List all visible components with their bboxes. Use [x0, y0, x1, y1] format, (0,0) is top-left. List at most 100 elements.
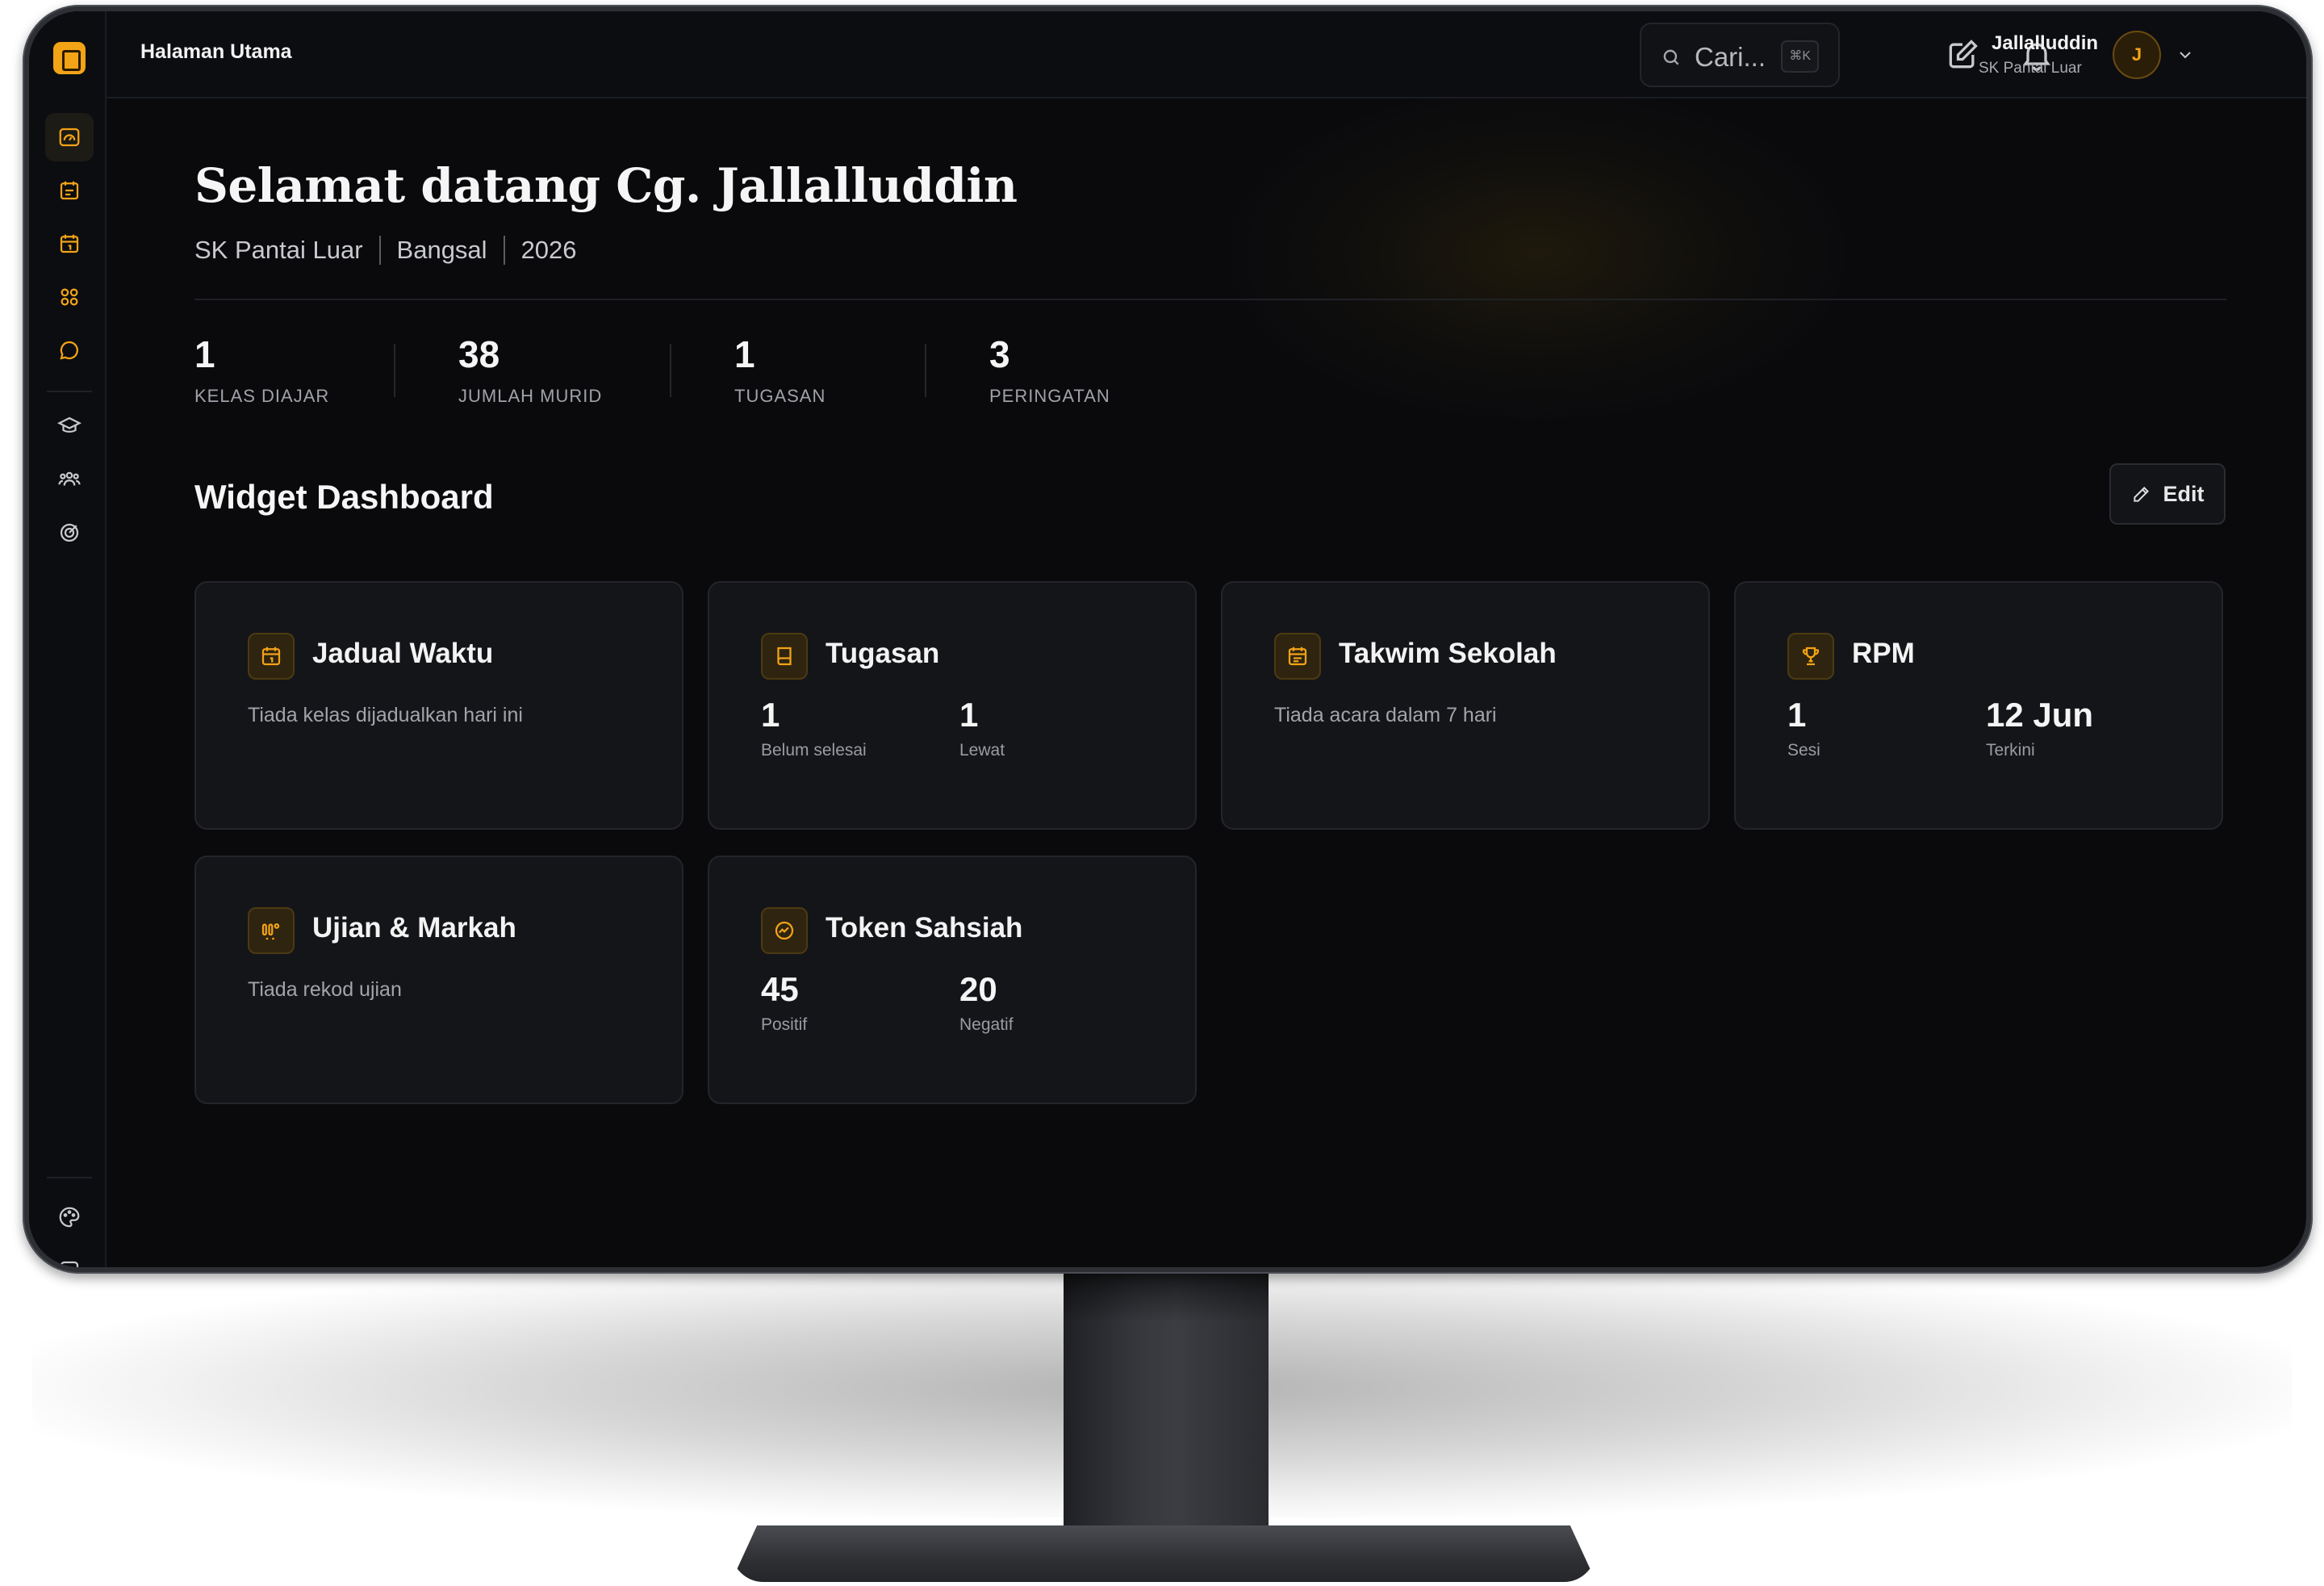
sidebar-item-goals[interactable] [45, 508, 94, 557]
stat-jumlah-murid: 38 JUMLAH MURID [458, 333, 602, 407]
metric-label: Terkini [1986, 741, 2035, 760]
user-school: SK Pantai Luar [1979, 60, 2082, 77]
widget-empty-text: Tiada rekod ujian [248, 978, 402, 1001]
subline-separator [378, 236, 381, 265]
widget-title: RPM [1852, 638, 1915, 669]
metric-label: Sesi [1787, 741, 1820, 760]
widget-title: Jadual Waktu [312, 638, 494, 669]
welcome-subline: SK Pantai Luar Bangsal 2026 [194, 236, 577, 265]
stat-label: TUGASAN [734, 386, 826, 406]
widget-icon-box [761, 633, 808, 680]
apps-grid-icon [61, 288, 78, 306]
pencil-icon [2133, 487, 2149, 502]
stat-value: 1 [734, 333, 755, 375]
user-name[interactable]: Jallalluddin [1992, 32, 2098, 55]
graduation-cap-icon [57, 416, 82, 433]
sidebar-item-calendar[interactable] [45, 220, 94, 268]
sidebar [29, 11, 107, 1267]
stat-value: 38 [458, 333, 500, 375]
sidebar-item-students[interactable] [45, 455, 94, 504]
widget-empty-text: Tiada kelas dijadualkan hari ini [248, 704, 523, 726]
stat-divider [925, 344, 926, 397]
metric-value: 1 [761, 696, 780, 734]
stat-value: 3 [989, 333, 1010, 375]
sidebar-item-dashboard[interactable] [45, 113, 94, 161]
stat-value: 1 [194, 333, 215, 375]
stat-label: JUMLAH MURID [458, 386, 603, 406]
widget-metric: 45 Positif [761, 970, 807, 1035]
location-name: Bangsal [396, 236, 487, 264]
metric-value: 12 Jun [1986, 696, 2094, 734]
stat-label: PERINGATAN [989, 386, 1110, 406]
avatar[interactable]: J [2113, 31, 2161, 79]
widget-section-title: Widget Dashboard [194, 478, 494, 516]
header-divider [194, 299, 2226, 300]
chevron-down-icon[interactable] [2176, 45, 2195, 65]
metric-value: 1 [1787, 696, 1807, 734]
widget-metric: 1 Sesi [1787, 696, 1820, 760]
widget-jadual-waktu[interactable]: Jadual Waktu Tiada kelas dijadualkan har… [194, 581, 683, 830]
page-title: Halaman Utama [140, 40, 292, 63]
stat-divider [670, 344, 671, 397]
sidebar-item-apps[interactable] [45, 273, 94, 321]
widget-title: Ujian & Markah [312, 912, 516, 944]
widget-token-sahsiah[interactable]: Token Sahsiah 45 Positif 20 Negatif [708, 856, 1197, 1104]
widget-takwim-sekolah[interactable]: Takwim Sekolah Tiada acara dalam 7 hari [1221, 581, 1710, 830]
widget-metric: 1 Lewat [959, 696, 1005, 760]
widget-icon-box [761, 907, 808, 954]
sidebar-item-docs[interactable] [45, 1246, 94, 1267]
sidebar-item-messages[interactable] [45, 326, 94, 375]
widget-metric: 12 Jun Terkini [1986, 696, 2093, 760]
calendar-icon [261, 647, 281, 666]
metric-value: 20 [959, 970, 997, 1008]
edit-widgets-button[interactable]: Edit [2109, 463, 2226, 525]
stat-kelas-diajar: 1 KELAS DIAJAR [194, 333, 329, 407]
search-icon [1663, 49, 1679, 65]
metric-label: Negatif [959, 1015, 1014, 1034]
calendar-event-icon [1288, 647, 1307, 666]
chat-bubble-icon [60, 341, 78, 360]
metric-label: Positif [761, 1015, 808, 1034]
school-name: SK Pantai Luar [194, 236, 363, 264]
stand-shadow [1064, 1274, 1269, 1322]
palette-icon [59, 1207, 80, 1228]
monitor-stand-base [731, 1525, 1596, 1582]
sidebar-item-theme[interactable] [45, 1193, 94, 1241]
app: Halaman Utama Cari... ⌘K Jallalluddin SK… [29, 11, 2306, 1267]
compose-icon[interactable] [1945, 37, 1980, 73]
year-label: 2026 [520, 236, 577, 264]
stat-peringatan: 3 PERINGATAN [989, 333, 1110, 407]
stat-label: KELAS DIAJAR [194, 386, 330, 406]
welcome-heading: Selamat datang Cg. Jallalluddin [194, 158, 1018, 213]
widget-title: Takwim Sekolah [1339, 638, 1557, 669]
background-glow [1223, 84, 1853, 423]
sidebar-item-schedule[interactable] [45, 166, 94, 215]
trend-icon [775, 921, 794, 940]
widget-empty-text: Tiada acara dalam 7 hari [1274, 704, 1497, 726]
percent-chart-icon [261, 923, 280, 940]
monitor-screen: Halaman Utama Cari... ⌘K Jallalluddin SK… [29, 11, 2306, 1267]
widget-metric: 20 Negatif [959, 970, 1014, 1035]
widget-icon-box [1274, 633, 1321, 680]
dashboard-icon [59, 128, 80, 147]
metric-label: Belum selesai [761, 741, 867, 760]
subline-separator [503, 236, 505, 265]
widget-tugasan[interactable]: Tugasan 1 Belum selesai 1 Lewat [708, 581, 1197, 830]
search-shortcut-badge: ⌘K [1781, 40, 1819, 73]
metric-value: 45 [761, 970, 799, 1008]
sidebar-divider [47, 391, 92, 392]
metric-label: Lewat [959, 741, 1005, 760]
widget-title: Tugasan [826, 638, 940, 669]
sidebar-item-classes[interactable] [45, 402, 94, 450]
search-input[interactable]: Cari... ⌘K [1640, 23, 1840, 87]
widget-rpm[interactable]: RPM 1 Sesi 12 Jun Terkini [1734, 581, 2223, 830]
edit-label: Edit [2163, 481, 2205, 506]
widget-metric: 1 Belum selesai [761, 696, 867, 760]
app-logo[interactable] [53, 42, 86, 74]
sidebar-divider-bottom [47, 1177, 92, 1178]
widget-icon-box [248, 907, 295, 954]
metric-value: 1 [959, 696, 979, 734]
trophy-icon [1802, 647, 1820, 666]
search-placeholder: Cari... [1695, 42, 1766, 72]
widget-ujian-markah[interactable]: Ujian & Markah Tiada rekod ujian [194, 856, 683, 1104]
